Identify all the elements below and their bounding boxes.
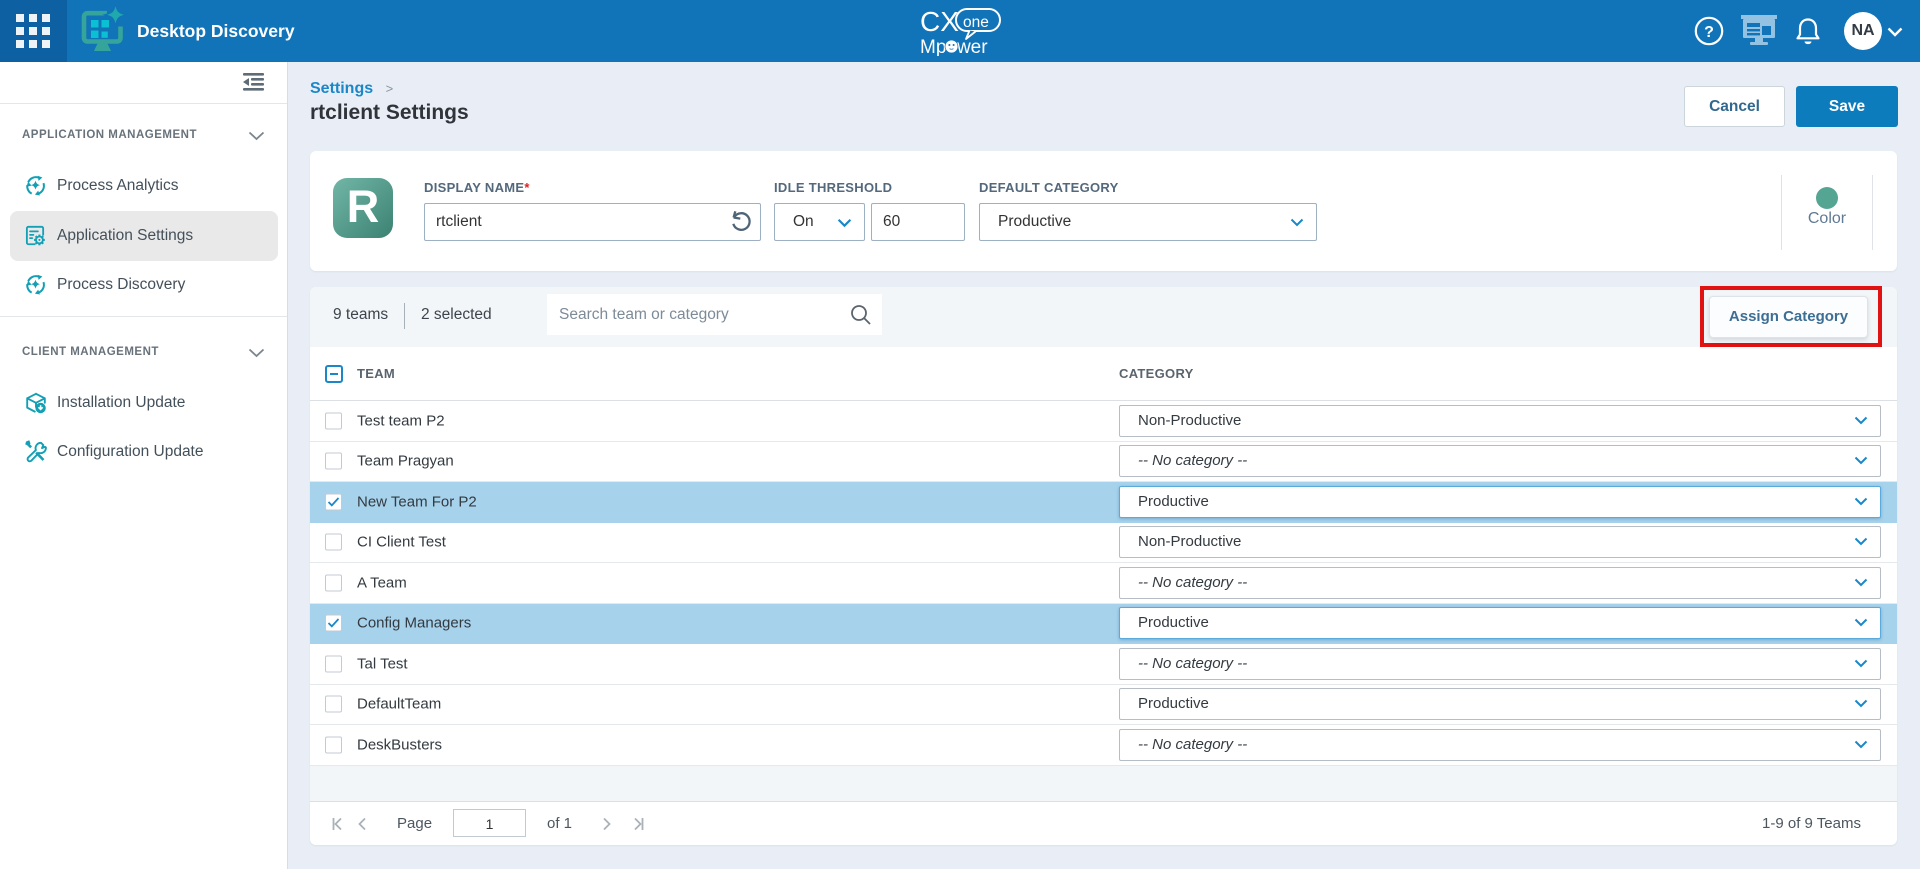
svg-text:?: ? bbox=[1704, 24, 1714, 41]
svg-text:CX: CX bbox=[920, 6, 959, 37]
svg-text:one: one bbox=[963, 14, 989, 31]
